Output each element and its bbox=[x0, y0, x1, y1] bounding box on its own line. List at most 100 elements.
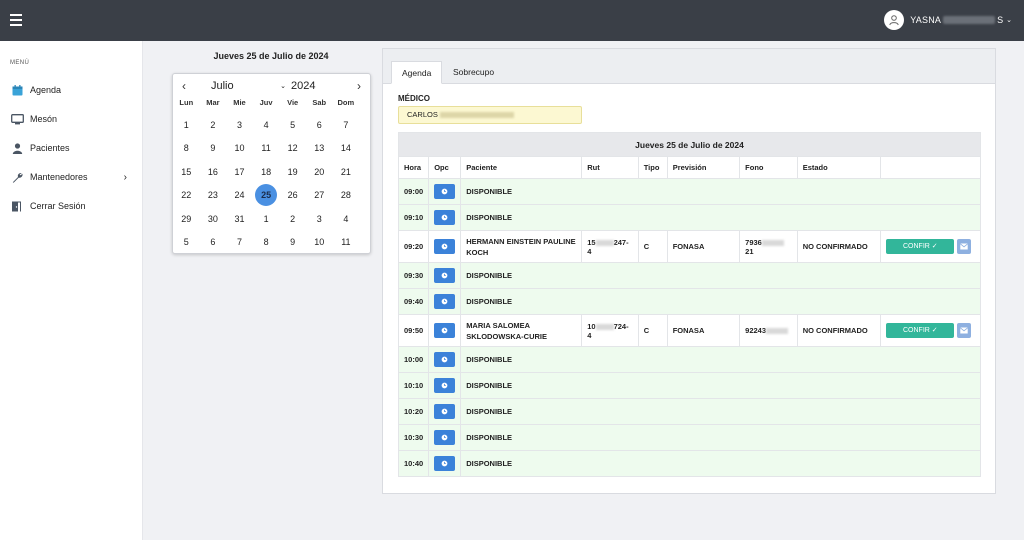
mail-icon[interactable] bbox=[957, 323, 972, 338]
calendar-day[interactable]: 26 bbox=[279, 185, 306, 205]
calendar-day[interactable]: 2 bbox=[200, 115, 227, 135]
calendar-day[interactable]: 6 bbox=[306, 115, 333, 135]
sidebar-item-pacientes[interactable]: Pacientes bbox=[10, 139, 133, 157]
clock-icon[interactable] bbox=[434, 323, 456, 338]
calendar-day[interactable]: 12 bbox=[279, 138, 306, 158]
calendar-day[interactable]: 31 bbox=[226, 209, 253, 229]
previous-month-icon[interactable]: ‹ bbox=[178, 79, 190, 93]
confirm-button[interactable]: CONFIR ✓ bbox=[886, 323, 955, 338]
fono-value-start: 92243 bbox=[745, 326, 767, 335]
calendar-day[interactable]: 27 bbox=[306, 185, 333, 205]
calendar-day[interactable]: 29 bbox=[173, 209, 200, 229]
sidebar-item-cerrar-sesion[interactable]: Cerrar Sesión bbox=[10, 197, 133, 215]
hora-cell: 09:50 bbox=[397, 314, 430, 347]
tab-sobrecupo[interactable]: Sobrecupo bbox=[443, 61, 504, 84]
calendar-day[interactable]: 17 bbox=[226, 162, 253, 182]
calendar-day[interactable]: 22 bbox=[173, 185, 200, 205]
medico-field[interactable]: CARLOS bbox=[398, 106, 582, 124]
year-label[interactable]: 2024 bbox=[291, 80, 315, 92]
calendar-day[interactable]: 18 bbox=[253, 162, 280, 182]
calendar-day-number: 14 bbox=[340, 143, 351, 154]
calendar-day[interactable]: 10 bbox=[226, 138, 253, 158]
clock-icon[interactable] bbox=[434, 239, 456, 254]
calendar-day[interactable]: 8 bbox=[253, 232, 280, 252]
calendar-day[interactable]: 23 bbox=[200, 185, 227, 205]
column-header: Fono bbox=[739, 156, 798, 179]
month-select[interactable]: Julio ⌄ bbox=[211, 80, 286, 92]
calendar-day[interactable]: 4 bbox=[253, 115, 280, 135]
calendar-day[interactable]: 11 bbox=[333, 232, 360, 252]
fono-value-end: 21 bbox=[745, 246, 754, 256]
calendar-day[interactable]: 15 bbox=[173, 162, 200, 182]
calendar-day-number: 10 bbox=[314, 237, 325, 248]
calendar-day[interactable]: 1 bbox=[173, 115, 200, 135]
calendar-day[interactable]: 1 bbox=[253, 209, 280, 229]
calendar-day[interactable]: 28 bbox=[333, 185, 360, 205]
clock-icon[interactable] bbox=[434, 404, 456, 419]
options-cell bbox=[428, 314, 462, 347]
hamburger-menu-icon[interactable] bbox=[10, 14, 22, 26]
calendar-day[interactable]: 4 bbox=[333, 209, 360, 229]
calendar-day-number: 12 bbox=[287, 143, 298, 154]
calendar-day[interactable]: 25 bbox=[253, 184, 280, 207]
calendar-day[interactable]: 11 bbox=[253, 138, 280, 158]
prevision-value: FONASA bbox=[672, 326, 705, 335]
table-header: Hora Opc Paciente Rut Tipo Previsión Fono Estad… bbox=[397, 156, 981, 179]
calendar-day[interactable]: 8 bbox=[173, 138, 200, 158]
table-row: 09:20 HERMANN EINSTEIN PAULINE KOCH 15 247-4… bbox=[397, 230, 981, 263]
calendar-day[interactable]: 13 bbox=[306, 138, 333, 158]
clock-icon[interactable] bbox=[434, 378, 456, 393]
calendar-day[interactable]: 7 bbox=[333, 115, 360, 135]
user-menu[interactable]: YASNA S ⌄ bbox=[884, 10, 1012, 30]
calendar-day-number: 2 bbox=[290, 213, 296, 224]
calendar-day[interactable]: 20 bbox=[306, 162, 333, 182]
calendar-day[interactable]: 9 bbox=[279, 232, 306, 252]
day-of-week-label: Mar bbox=[206, 98, 220, 107]
day-of-week-label: Vie bbox=[287, 98, 299, 107]
calendar-day-number: 21 bbox=[340, 166, 351, 177]
clock-icon[interactable] bbox=[434, 210, 456, 225]
calendar-day[interactable]: 2 bbox=[279, 209, 306, 229]
clock-icon[interactable] bbox=[434, 352, 456, 367]
calendar-day[interactable]: 9 bbox=[200, 138, 227, 158]
sidebar-item-label: Cerrar Sesión bbox=[30, 201, 86, 211]
user-name-end: S bbox=[997, 15, 1004, 25]
calendar-day-number: 28 bbox=[340, 190, 351, 201]
sidebar-item-meson[interactable]: Mesón bbox=[10, 110, 133, 128]
clock-icon[interactable] bbox=[434, 268, 456, 283]
sidebar-item-mantenedores[interactable]: Mantenedores › bbox=[10, 168, 133, 186]
calendar-day[interactable]: 19 bbox=[279, 162, 306, 182]
calendar-day[interactable]: 3 bbox=[226, 115, 253, 135]
clock-icon[interactable] bbox=[434, 184, 456, 199]
next-month-icon[interactable]: › bbox=[353, 79, 365, 93]
confirm-button[interactable]: CONFIR ✓ bbox=[886, 239, 955, 254]
mail-icon[interactable] bbox=[957, 239, 972, 254]
calendar-day[interactable]: 5 bbox=[279, 115, 306, 135]
paciente-value: DISPONIBLE bbox=[466, 433, 513, 442]
table-row: 10:30 DISPONIBLE bbox=[397, 424, 981, 451]
clock-icon[interactable] bbox=[434, 456, 456, 471]
paciente-cell: DISPONIBLE bbox=[460, 288, 981, 315]
table-row: 09:00 DISPONIBLE bbox=[397, 178, 981, 205]
sidebar-item-agenda[interactable]: Agenda bbox=[10, 81, 133, 99]
calendar-day-number: 9 bbox=[290, 237, 296, 248]
calendar-day[interactable]: 14 bbox=[333, 138, 360, 158]
calendar-day[interactable]: 30 bbox=[200, 209, 227, 229]
calendar-day[interactable]: 3 bbox=[306, 209, 333, 229]
paciente-name-line2: SKLODOWSKA-CURIE bbox=[466, 331, 548, 341]
calendar-day[interactable]: 7 bbox=[226, 232, 253, 252]
clock-icon[interactable] bbox=[434, 294, 456, 309]
calendar-day[interactable]: 16 bbox=[200, 162, 227, 182]
tab-bar: Agenda Sobrecupo bbox=[383, 49, 995, 84]
sidebar-item-label: Mesón bbox=[30, 114, 58, 124]
calendar-day[interactable]: 5 bbox=[173, 232, 200, 252]
calendar-day[interactable]: 21 bbox=[333, 162, 360, 182]
calendar-day[interactable]: 10 bbox=[306, 232, 333, 252]
tab-agenda[interactable]: Agenda bbox=[391, 61, 443, 84]
fono-value-start: 7936 bbox=[745, 237, 762, 247]
clock-icon[interactable] bbox=[434, 430, 456, 445]
calendar-day[interactable]: 24 bbox=[226, 185, 253, 205]
table-row: 10:40 DISPONIBLE bbox=[397, 450, 981, 477]
paciente-value: DISPONIBLE bbox=[466, 355, 513, 364]
calendar-day[interactable]: 6 bbox=[200, 232, 227, 252]
